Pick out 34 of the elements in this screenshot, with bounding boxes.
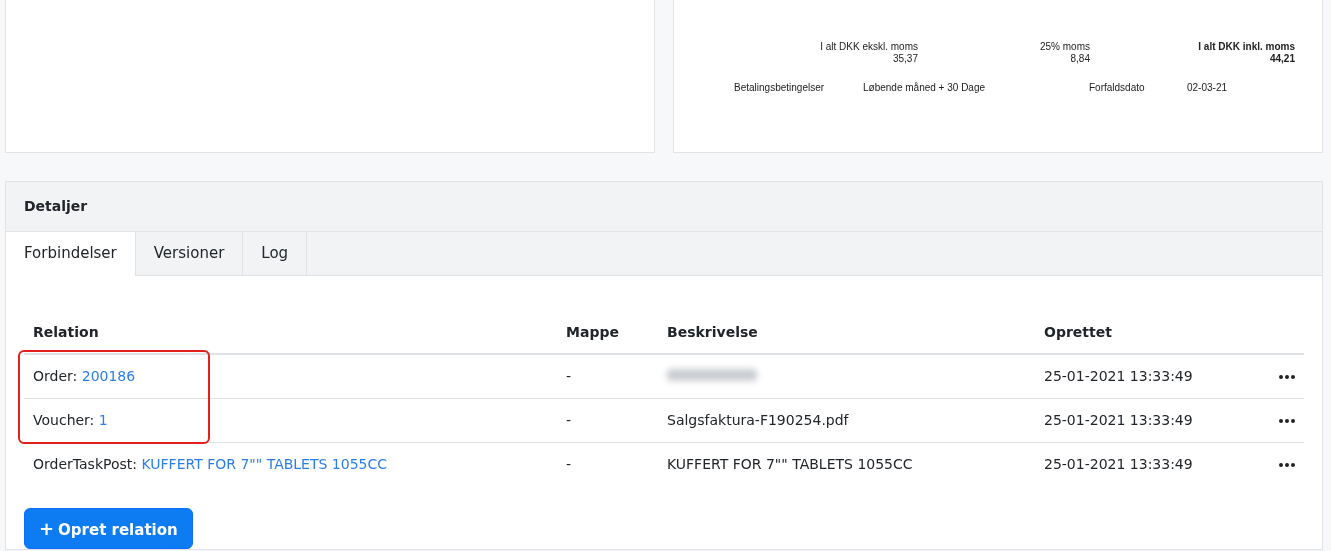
terms-label: Forfaldsdato bbox=[1089, 81, 1146, 95]
table-cell: KUFFERT FOR 7"" TABLETS 1055CC bbox=[658, 442, 1035, 486]
total-value: 35,37 bbox=[891, 53, 918, 65]
table-cell: - bbox=[557, 398, 658, 442]
more-icon[interactable] bbox=[1279, 462, 1295, 467]
column-header: Mappe bbox=[557, 311, 658, 354]
table-cell: 25-01-2021 13:33:49 bbox=[1035, 353, 1259, 398]
terms-value: 02-03-21 bbox=[1187, 81, 1228, 95]
terms-value: Løbende måned + 30 Dage bbox=[863, 81, 987, 95]
table-cell: 25-01-2021 13:33:49 bbox=[1035, 442, 1259, 486]
total-label: 25% moms bbox=[1039, 41, 1090, 53]
relation-type: OrderTaskPost: bbox=[33, 455, 137, 472]
relation-type: Order: bbox=[33, 367, 78, 384]
relation-type: Voucher: bbox=[33, 411, 95, 428]
column-header: Oprettet bbox=[1035, 311, 1259, 354]
create-relation-button[interactable]: + Opret relation bbox=[24, 507, 193, 549]
total-label: I alt DKK ekskl. moms bbox=[819, 41, 918, 53]
total-value: 8,84 bbox=[1069, 53, 1090, 65]
column-header: Beskrivelse bbox=[658, 311, 1035, 354]
table-cell: - bbox=[557, 442, 658, 486]
terms-label: Betalingsbetingelser bbox=[734, 81, 826, 95]
relation-link[interactable]: 200186 bbox=[81, 367, 136, 384]
tab[interactable]: Forbindelser bbox=[6, 232, 136, 276]
relation-link[interactable]: KUFFERT FOR 7"" TABLETS 1055CC bbox=[141, 455, 388, 472]
total-label: I alt DKK inkl. moms bbox=[1197, 41, 1295, 53]
relation-link[interactable]: 1 bbox=[98, 411, 108, 428]
total-value: 44,21 bbox=[1268, 53, 1295, 65]
table-cell: 25-01-2021 13:33:49 bbox=[1035, 398, 1259, 442]
table-cell: Salgsfaktura-F190254.pdf bbox=[658, 398, 1035, 442]
column-header: Relation bbox=[24, 311, 557, 354]
table-cell: - bbox=[557, 353, 658, 398]
panel-title: Detaljer bbox=[6, 182, 1322, 232]
more-icon[interactable] bbox=[1279, 374, 1295, 379]
more-icon[interactable] bbox=[1279, 418, 1295, 423]
